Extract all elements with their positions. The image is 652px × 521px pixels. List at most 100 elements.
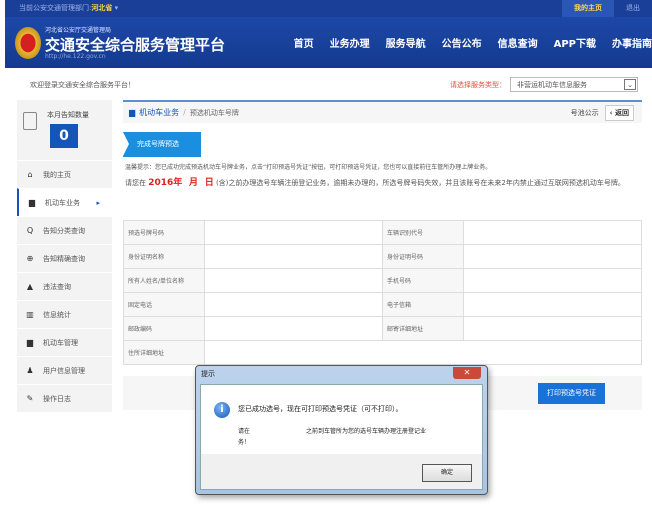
- truck-icon: ▆: [28, 198, 36, 207]
- warn-year: 2016年: [148, 178, 183, 188]
- main-nav: 首页 业务办理 服务导航 公告公布 信息查询 APP下载 办事指南: [294, 35, 652, 50]
- breadcrumb: ▆ 机动车业务 / 预选机动车号牌 号池公示 ‹ 返回: [123, 100, 642, 123]
- nav-query[interactable]: 信息查询: [498, 35, 538, 50]
- sidebar-item[interactable]: ▆ 机动车业务 ▸: [17, 188, 112, 216]
- plate-info-table: 预选号牌号码 车辆识别代号 身份证明名称 身份证明号码 所有人姓名/单位名称 手机号码 固定…: [123, 220, 643, 365]
- back-button[interactable]: ‹ 返回: [604, 104, 634, 121]
- log-icon: ✎: [26, 394, 34, 403]
- count-label: 本月告知数量: [47, 111, 89, 119]
- field-label: 住所详细地址: [123, 340, 205, 365]
- field-label: 车辆识别代号: [382, 220, 464, 245]
- nav-business[interactable]: 业务办理: [330, 35, 370, 50]
- sidebar-item[interactable]: ▥ 信息统计: [17, 300, 112, 328]
- field-value: [203, 268, 384, 293]
- sidebar-item-label: 信息统计: [43, 310, 71, 319]
- user-icon: ♟: [26, 366, 34, 375]
- dialog-title: 提示: [201, 370, 215, 378]
- sidebar-item[interactable]: ⊕ 告知精确查询: [17, 244, 112, 272]
- chart-icon: ▥: [26, 310, 34, 319]
- alert-dialog: 提示 ✕ i 您已成功选号，现在可打印预选号凭证（可不打印）。 请在 之前到车管…: [195, 365, 488, 495]
- breadcrumb-section[interactable]: 机动车业务: [139, 107, 179, 118]
- search-icon: Q: [26, 226, 34, 235]
- sidebar-item-label: 告知精确查询: [43, 254, 85, 263]
- field-label: 手机号码: [382, 268, 464, 293]
- nav-notice[interactable]: 公告公布: [442, 35, 482, 50]
- sidebar-item[interactable]: ▲ 违法查询: [17, 272, 112, 300]
- main-panel: ▆ 机动车业务 / 预选机动车号牌 号池公示 ‹ 返回 完成号牌预选 温馨提示：您…: [123, 100, 643, 410]
- site-title[interactable]: 交通安全综合服务管理平台: [45, 34, 225, 55]
- count-value[interactable]: 0: [50, 124, 78, 148]
- field-value: [203, 340, 643, 365]
- tip-text: 温馨提示：您已成功完成预选机动车号牌业务，点击“打印预选号凭证”按钮，可打印预选…: [125, 164, 492, 171]
- field-label: 所有人姓名/单位名称: [123, 268, 205, 293]
- field-value: [203, 220, 384, 245]
- sidebar-item[interactable]: ▆ 机动车管理: [17, 328, 112, 356]
- field-label: 身份证明名称: [123, 244, 205, 269]
- print-voucher-button[interactable]: 打印预选号凭证: [538, 383, 605, 404]
- document-icon: [23, 112, 37, 130]
- logout-link[interactable]: 退出: [614, 0, 652, 17]
- truck-icon: ▆: [129, 108, 136, 117]
- pool-link[interactable]: 号池公示: [571, 108, 599, 118]
- warn-pre: 请您在: [125, 179, 146, 187]
- dialog-message-2a: 请在: [238, 428, 251, 435]
- field-value: [203, 316, 384, 341]
- field-label: 固定电话: [123, 292, 205, 317]
- field-value: [203, 292, 384, 317]
- table-row: 住所详细地址: [123, 340, 643, 365]
- field-label: 电子信箱: [382, 292, 464, 317]
- sidebar-item-label: 用户信息管理: [43, 366, 85, 375]
- sidebar-item[interactable]: ⌂ 我的主页: [17, 160, 112, 188]
- service-type-value: 非营运机动车信息服务: [517, 80, 587, 89]
- sidebar-item[interactable]: Q 告知分类查询: [17, 216, 112, 244]
- monthly-notice-count: 本月告知数量 0: [17, 100, 112, 160]
- my-home-link[interactable]: 我的主页: [562, 0, 614, 17]
- sidebar-item[interactable]: ✎ 操作日志: [17, 384, 112, 412]
- warn-post: (含)之前办理选号车辆注册登记业务，逾期未办理的，所选号牌号码失效，并且该账号在…: [215, 179, 625, 187]
- table-row: 所有人姓名/单位名称 手机号码: [123, 268, 643, 293]
- breadcrumb-separator: /: [183, 108, 186, 117]
- table-row: 身份证明名称 身份证明号码: [123, 244, 643, 269]
- dialog-message-3: 务！: [238, 439, 251, 446]
- field-label: 邮寄详细地址: [382, 316, 464, 341]
- field-value: [462, 316, 643, 341]
- site-subtitle: 河北省公安厅交通管理局: [45, 27, 112, 34]
- sidebar-item-label: 机动车管理: [43, 338, 78, 347]
- dept-selector[interactable]: 河北省: [91, 4, 112, 12]
- service-type-label: 请选择服务类型：: [450, 80, 506, 89]
- service-type: 请选择服务类型： 非营运机动车信息服务 ⌄: [450, 77, 638, 92]
- table-row: 预选号牌号码 车辆识别代号: [123, 220, 643, 245]
- warn-month: 月: [188, 178, 198, 188]
- field-value: [462, 244, 643, 269]
- sidebar-item-label: 机动车业务: [45, 198, 80, 207]
- welcome-text: 欢迎登录交通安全综合服务平台！: [30, 81, 135, 89]
- sidebar-item-label: 违法查询: [43, 282, 71, 291]
- caret-right-icon: ▸: [96, 198, 100, 207]
- table-row: 邮政编码 邮寄详细地址: [123, 316, 643, 341]
- table-row: 固定电话 电子信箱: [123, 292, 643, 317]
- chevron-down-icon: ⌄: [624, 79, 636, 90]
- site-url: http://he.122.gov.cn: [45, 53, 106, 60]
- nav-app[interactable]: APP下载: [554, 35, 596, 50]
- field-value: [462, 268, 643, 293]
- ok-button[interactable]: 确定: [422, 464, 472, 482]
- nav-home[interactable]: 首页: [294, 35, 314, 50]
- home-icon: ⌂: [27, 170, 33, 179]
- breadcrumb-page: 预选机动车号牌: [189, 108, 239, 117]
- police-emblem-logo: [15, 27, 41, 59]
- service-type-select[interactable]: 非营运机动车信息服务 ⌄: [510, 77, 638, 92]
- sidebar-item-label: 我的主页: [43, 170, 71, 179]
- step-complete-tab: 完成号牌预选: [123, 132, 201, 157]
- field-value: [462, 292, 643, 317]
- field-label: 身份证明号码: [382, 244, 464, 269]
- sidebar-item-label: 告知分类查询: [43, 226, 85, 235]
- top-bar: 当前公安交通管理部门:河北省 ▾ 我的主页 退出: [5, 0, 652, 17]
- nav-guide[interactable]: 办事指南: [612, 35, 652, 50]
- dialog-message-2b: 之前到车管所为您的选号车辆办理注册登记业: [306, 428, 427, 435]
- nav-service[interactable]: 服务导航: [386, 35, 426, 50]
- info-icon: i: [214, 402, 230, 418]
- sidebar-item-label: 操作日志: [43, 394, 71, 403]
- dialog-message: 您已成功选号，现在可打印预选号凭证（可不打印）。: [238, 405, 403, 413]
- sidebar-item[interactable]: ♟ 用户信息管理: [17, 356, 112, 384]
- close-icon[interactable]: ✕: [453, 367, 481, 379]
